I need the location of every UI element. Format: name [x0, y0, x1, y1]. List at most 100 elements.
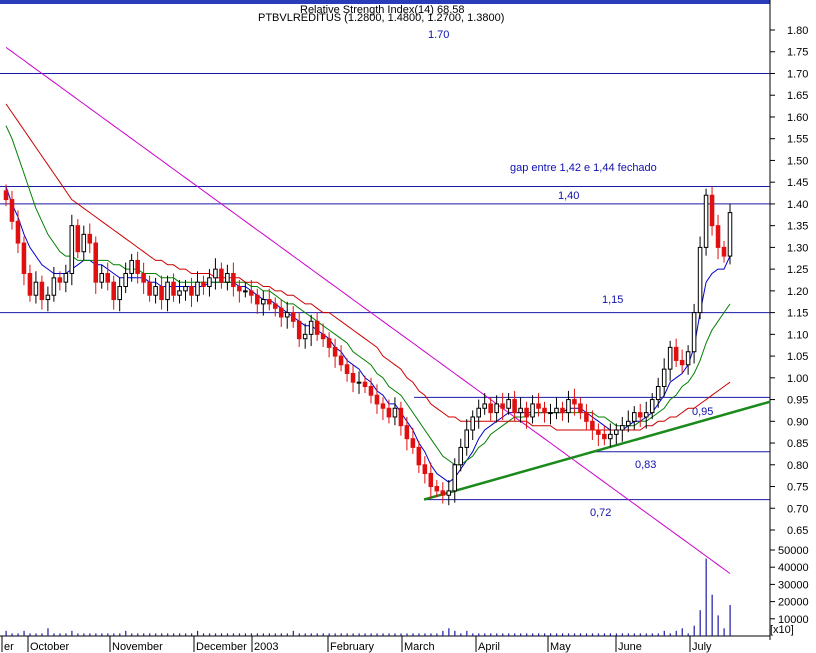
volume-bar — [364, 633, 366, 636]
volume-bar — [723, 628, 725, 636]
volume-bar — [125, 630, 127, 636]
volume-bar — [5, 630, 7, 636]
candle-body — [703, 194, 709, 248]
y-tick-label: 1.50 — [787, 155, 808, 167]
volume-bar — [280, 633, 282, 636]
volume-bar — [47, 628, 49, 636]
volume-bar — [137, 633, 139, 636]
candle-body — [39, 281, 45, 301]
candle-body — [715, 225, 721, 248]
candle-body — [165, 281, 170, 301]
candle-body — [63, 272, 69, 283]
volume-bar — [340, 633, 342, 636]
volume-bar — [442, 630, 444, 636]
y-tick-label: 1.40 — [787, 199, 808, 211]
stock-chart: Relative Strength Index(14) 68.58 PTBVLR… — [0, 0, 816, 653]
volume-bar — [155, 633, 157, 636]
candle-body — [506, 399, 511, 409]
volume-bar — [496, 633, 498, 636]
candle-body — [578, 403, 583, 414]
volume-bar — [185, 633, 187, 636]
volume-bar — [53, 633, 55, 636]
candle-body — [667, 346, 673, 370]
candle-body — [213, 268, 218, 279]
candle-body — [566, 399, 571, 414]
candle-body — [320, 333, 326, 340]
x-tick-label: April — [478, 641, 500, 653]
x-tick-label: er — [4, 641, 14, 653]
volume-bar — [292, 630, 294, 636]
volume-bar — [244, 633, 247, 636]
volume-bar — [334, 633, 336, 636]
volume-bar — [549, 633, 552, 636]
volume-unit-label: [x10] — [770, 624, 794, 636]
x-tick-label: March — [404, 641, 435, 653]
volume-bar — [579, 633, 582, 636]
candle-body — [590, 420, 595, 431]
y-tick-label: 1.65 — [787, 90, 808, 102]
candle-body — [679, 359, 685, 366]
y-tick-label: 0.85 — [787, 438, 808, 450]
volume-bar — [711, 594, 713, 636]
volume-bar — [502, 633, 504, 636]
candle-body — [135, 259, 140, 274]
volume-bar — [214, 633, 217, 636]
candle-body — [637, 412, 643, 418]
volume-bar — [412, 633, 414, 636]
volume-bar — [41, 633, 43, 636]
volume-bar — [328, 633, 330, 636]
candle-body — [338, 355, 344, 366]
volume-bar — [490, 633, 492, 636]
volume-bar — [466, 630, 468, 636]
y-tick-label: 0.75 — [787, 482, 808, 494]
y-tick-label: 1.35 — [787, 221, 808, 233]
volume-bar — [59, 633, 61, 636]
volume-bar — [202, 633, 205, 636]
candle-body — [272, 303, 278, 309]
volume-bar — [238, 633, 241, 636]
volume-bar — [262, 633, 264, 636]
volume-bar — [316, 633, 318, 636]
candle-body — [488, 403, 493, 414]
candle-body — [721, 246, 727, 257]
volume-bar — [436, 633, 438, 636]
volume-bar — [220, 633, 223, 636]
volume-bar — [71, 630, 73, 636]
candle-body — [631, 412, 637, 422]
volume-bar — [406, 633, 408, 636]
candle-body — [649, 399, 655, 414]
volume-bar — [675, 630, 677, 636]
volume-bar — [346, 633, 348, 636]
volume-bar — [561, 633, 564, 636]
volume-bar — [101, 633, 103, 636]
candle-body — [69, 225, 75, 274]
y-tick-label: 1.00 — [787, 373, 808, 385]
candle-body — [386, 407, 392, 418]
volume-bar — [95, 633, 97, 636]
volume-bar — [394, 633, 396, 636]
candle-body — [512, 399, 517, 414]
x-tick-label: October — [30, 641, 69, 653]
candle-body — [584, 412, 589, 422]
volume-bar — [250, 633, 253, 636]
candle-body — [542, 407, 547, 414]
candle-body — [410, 438, 416, 448]
volume-bar — [484, 633, 486, 636]
volume-bar — [11, 633, 13, 636]
candle-body — [452, 464, 458, 492]
candle-body — [661, 368, 667, 388]
volume-bar — [573, 633, 576, 636]
volume-bar — [520, 633, 522, 636]
candle-body — [548, 412, 553, 415]
candle-body — [530, 403, 535, 418]
level-label: 1,15 — [602, 294, 623, 306]
volume-bar — [597, 633, 600, 636]
chart-title: PTBVLREDITUS (1.2800, 1.4800, 1.2700, 1.… — [258, 12, 504, 24]
candle-body — [464, 429, 470, 448]
candle-body — [494, 403, 499, 414]
volume-bar — [149, 633, 151, 636]
volume-bar — [29, 633, 31, 636]
candle-body — [608, 433, 613, 440]
volume-bar — [514, 633, 516, 636]
candle-body — [308, 320, 314, 335]
